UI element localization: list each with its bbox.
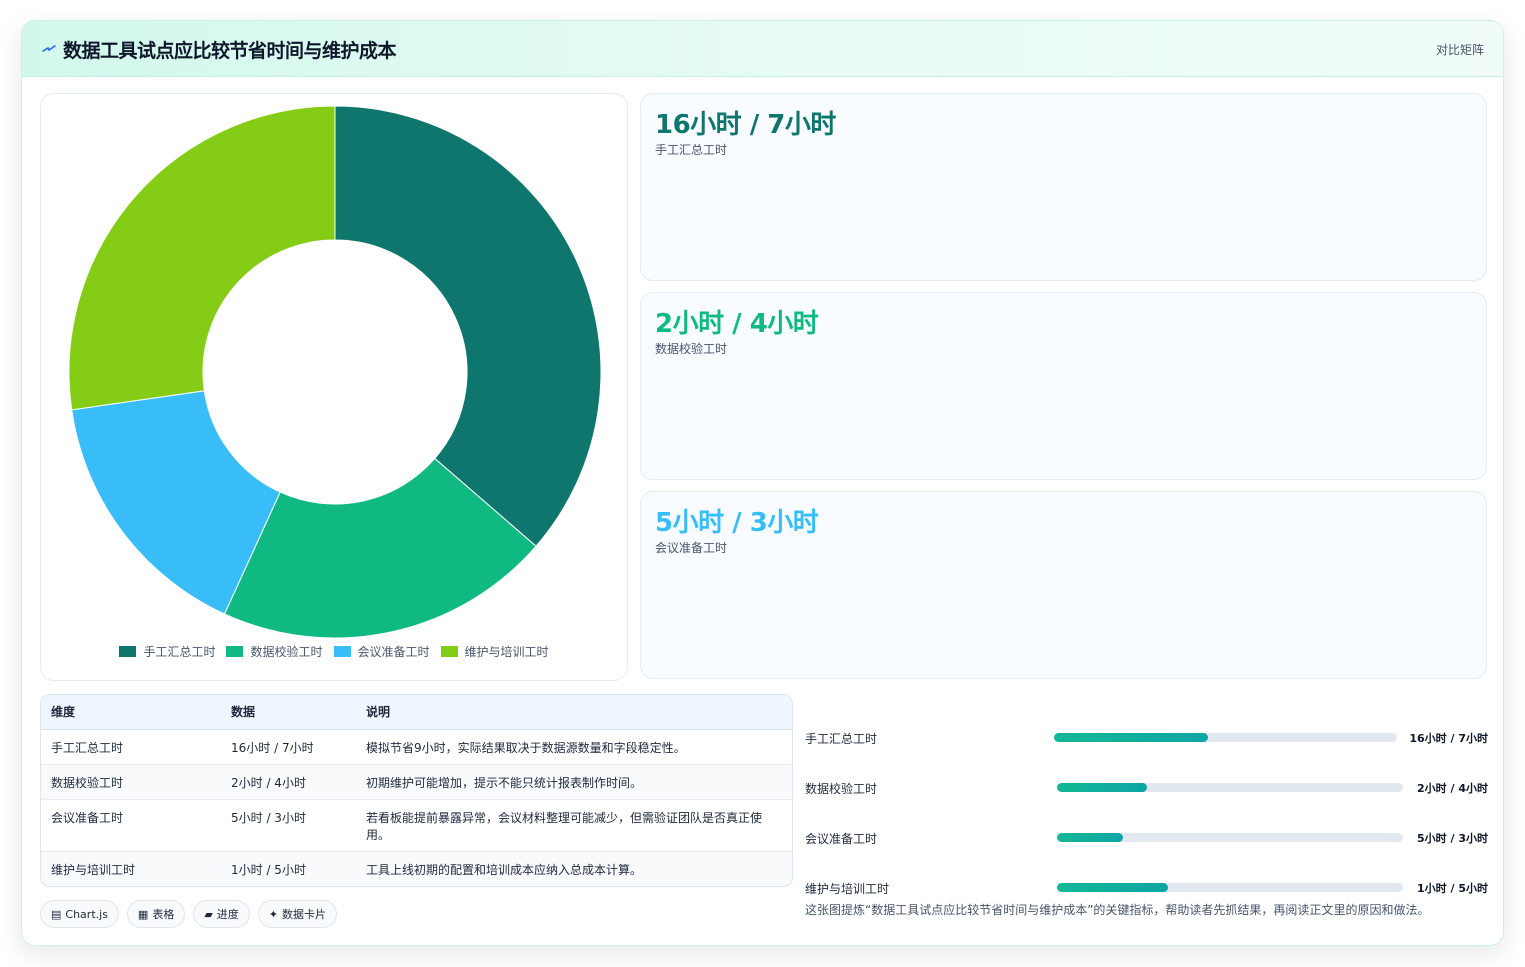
legend-swatch xyxy=(333,646,351,657)
progress-label: 数据校验工时 xyxy=(805,782,878,796)
dashboard-card: 数据工具试点应比较节省时间与维护成本 对比矩阵 手工汇总工时 数据校验工时 会议准备… xyxy=(21,20,1504,946)
chip-progress[interactable]: ▰ 进度 xyxy=(193,900,250,928)
table-cell: 维护与培训工时 xyxy=(51,862,136,877)
chip-label: 数据卡片 xyxy=(282,908,327,921)
stat-value: 5小时 / 3小时 xyxy=(655,508,819,538)
chip-data-card[interactable]: ✦ 数据卡片 xyxy=(257,900,338,928)
stat-card: 16小时 / 7小时 手工汇总工时 xyxy=(640,93,1487,281)
table-cell: 2小时 / 4小时 xyxy=(221,764,356,800)
progress-fill xyxy=(1054,733,1209,742)
doughnut-slice[interactable] xyxy=(334,105,602,547)
table-cell: 若看板能提前暴露异常，会议材料整理可能减少，但需验证团队是否真正使用。 xyxy=(356,799,792,852)
progress-value: 1小时 / 5小时 xyxy=(1417,882,1488,895)
chart-icon: ▤ xyxy=(51,907,62,921)
table-cell: 手工汇总工时 xyxy=(41,729,221,765)
card-icon: ✦ xyxy=(268,907,279,921)
stat-value: 16小时 / 7小时 xyxy=(655,110,836,140)
table-icon: ▦ xyxy=(137,907,149,921)
legend-label: 维护与培训工时 xyxy=(464,645,549,659)
tech-chips: ▤ Chart.js ▦ 表格 ▰ 进度 ✦ 数据卡片 xyxy=(40,900,338,928)
header-tag: 对比矩阵 xyxy=(1435,43,1484,57)
legend-swatch xyxy=(440,646,458,657)
table-cell: 5小时 / 3小时 xyxy=(221,799,356,852)
stat-label: 手工汇总工时 xyxy=(655,143,728,157)
legend-label: 数据校验工时 xyxy=(250,645,323,659)
progress-row: 数据校验工时 2小时 / 4小时 xyxy=(805,777,1488,797)
legend-label: 会议准备工时 xyxy=(357,645,430,659)
legend-swatch xyxy=(226,646,244,657)
header: 数据工具试点应比较节省时间与维护成本 对比矩阵 xyxy=(22,21,1503,77)
progress-label: 会议准备工时 xyxy=(805,832,878,846)
sparkle-icon xyxy=(42,45,56,52)
progress-row: 维护与培训工时 1小时 / 5小时 xyxy=(805,877,1488,897)
doughnut-chart-panel: 手工汇总工时 数据校验工时 会议准备工时 维护与培训工时 xyxy=(40,93,628,681)
progress-icon: ▰ xyxy=(204,907,213,921)
table-header-row: 维度 数据 说明 xyxy=(41,695,792,730)
progress-fill xyxy=(1057,783,1147,792)
table-row: 会议准备工时 5小时 / 3小时 若看板能提前暴露异常，会议材料整理可能减少，但… xyxy=(41,799,792,852)
legend-swatch xyxy=(119,646,137,657)
progress-value: 5小时 / 3小时 xyxy=(1417,832,1488,845)
legend-label: 手工汇总工时 xyxy=(143,645,216,659)
chip-label: Chart.js xyxy=(65,907,108,921)
table-row: 手工汇总工时 16小时 / 7小时 模拟节省9小时，实际结果取决于数据源数量和字… xyxy=(41,729,792,765)
progress-row: 手工汇总工时 16小时 / 7小时 xyxy=(805,727,1488,747)
progress-track xyxy=(1057,783,1403,792)
column-header: 说明 xyxy=(356,695,792,730)
progress-track xyxy=(1057,883,1403,892)
column-header: 维度 xyxy=(41,695,221,730)
comparison-table: 维度 数据 说明 手工汇总工时 16小时 / 7小时 模拟节省9小时，实际结果取… xyxy=(40,694,793,887)
legend-item[interactable]: 会议准备工时 xyxy=(333,643,430,660)
chip-label: 进度 xyxy=(216,908,239,921)
progress-label: 手工汇总工时 xyxy=(805,732,878,746)
legend-item[interactable]: 手工汇总工时 xyxy=(119,643,215,660)
progress-track xyxy=(1054,733,1397,742)
table-row: 数据校验工时 2小时 / 4小时 初期维护可能增加，提示不能只统计报表制作时间。 xyxy=(41,764,792,800)
chip-label: 表格 xyxy=(152,908,175,921)
progress-value: 2小时 / 4小时 xyxy=(1417,782,1488,795)
page-title: 数据工具试点应比较节省时间与维护成本 xyxy=(63,40,397,62)
legend-item[interactable]: 数据校验工时 xyxy=(226,643,323,660)
table-cell: 16小时 / 7小时 xyxy=(221,729,356,765)
table-cell: 模拟节省9小时，实际结果取决于数据源数量和字段稳定性。 xyxy=(356,729,792,765)
stat-value: 2小时 / 4小时 xyxy=(655,309,819,339)
progress-value: 16小时 / 7小时 xyxy=(1409,732,1488,745)
stat-card: 2小时 / 4小时 数据校验工时 xyxy=(640,292,1487,480)
table-cell: 初期维护可能增加，提示不能只统计报表制作时间。 xyxy=(356,764,792,800)
progress-fill xyxy=(1057,833,1123,842)
chart-legend: 手工汇总工时 数据校验工时 会议准备工时 维护与培训工时 xyxy=(41,643,627,660)
chip-chartjs[interactable]: ▤ Chart.js xyxy=(40,900,119,928)
progress-track xyxy=(1057,833,1403,842)
stat-label: 会议准备工时 xyxy=(655,541,728,555)
table-cell: 工具上线初期的配置和培训成本应纳入总成本计算。 xyxy=(366,862,643,877)
progress-label: 维护与培训工时 xyxy=(805,882,890,896)
stat-card: 5小时 / 3小时 会议准备工时 xyxy=(640,491,1487,679)
stat-label: 数据校验工时 xyxy=(655,342,728,356)
progress-fill xyxy=(1057,883,1168,892)
table-row: 维护与培训工时 1小时 / 5小时 工具上线初期的配置和培训成本应纳入总成本计算… xyxy=(41,851,792,886)
table-cell: 数据校验工时 xyxy=(41,764,221,800)
doughnut-slice[interactable] xyxy=(68,105,336,411)
progress-row: 会议准备工时 5小时 / 3小时 xyxy=(805,827,1488,847)
column-header: 数据 xyxy=(221,695,356,730)
chip-table[interactable]: ▦ 表格 xyxy=(126,900,186,928)
table-cell: 会议准备工时 xyxy=(41,799,221,852)
doughnut-chart xyxy=(68,105,602,639)
table-cell: 1小时 / 5小时 xyxy=(231,862,306,877)
legend-item[interactable]: 维护与培训工时 xyxy=(440,643,549,660)
chart-note: 这张图提炼“数据工具试点应比较节省时间与维护成本”的关键指标，帮助读者先抓结果，… xyxy=(805,903,1430,917)
